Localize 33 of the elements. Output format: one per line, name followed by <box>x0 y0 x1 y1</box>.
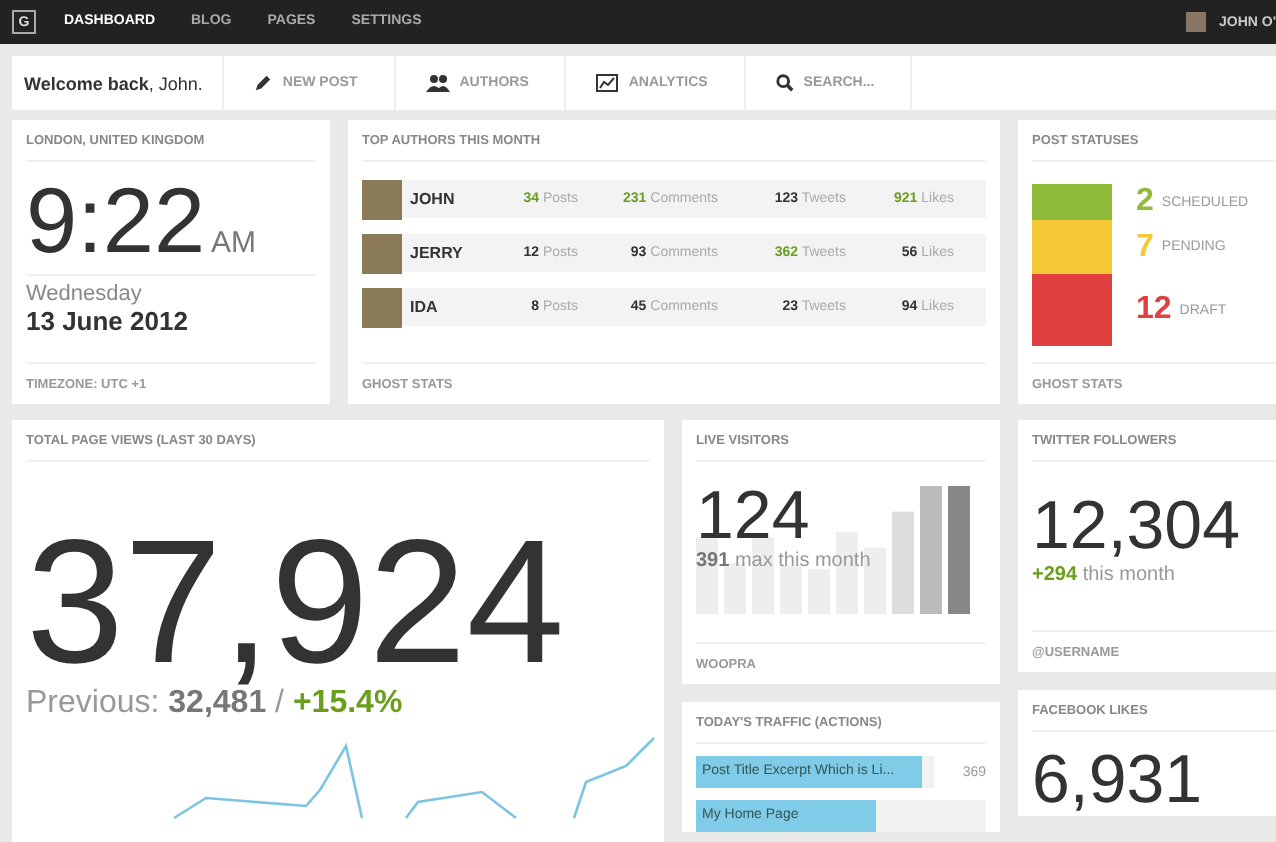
clock-time: 9:22 <box>26 174 206 266</box>
live-count: 124 <box>696 482 812 550</box>
photo-placeholder <box>362 287 402 327</box>
max-value: 391 <box>696 550 730 572</box>
photo-placeholder <box>362 233 402 273</box>
change-value: +15.4% <box>292 686 403 720</box>
chart-icon <box>596 74 619 92</box>
status-count: 2 <box>1136 184 1154 220</box>
previous-value: 32,481 <box>168 686 267 720</box>
photo-placeholder <box>362 179 402 219</box>
pageviews-line <box>572 737 655 819</box>
pageviews-total: 37,924 <box>26 522 567 682</box>
followers-change: +294 <box>1032 564 1078 586</box>
status-count: 7 <box>1136 229 1154 265</box>
author-name: IDA <box>410 298 440 316</box>
people-icon <box>425 74 450 92</box>
author-name: JERRY <box>410 244 465 262</box>
status-count: 12 <box>1136 292 1172 328</box>
clock-ampm: AM <box>211 226 257 260</box>
separator-text: / <box>275 686 284 720</box>
weekday-text: Wednesday <box>26 280 144 306</box>
max-label: max this month <box>734 550 871 572</box>
likes-count: 6,931 <box>1032 744 1205 816</box>
followers-count: 12,304 <box>1032 492 1242 560</box>
date-text: 13 June 2012 <box>26 306 190 336</box>
previous-label: Previous: <box>26 686 160 720</box>
search-icon <box>775 74 794 92</box>
traffic-bar[interactable] <box>696 800 876 832</box>
author-name: JOHN <box>410 190 457 208</box>
avatar-photo[interactable] <box>1186 12 1207 32</box>
pencil-icon <box>254 74 273 92</box>
pageviews-line <box>404 790 517 820</box>
change-label: this month <box>1082 564 1175 586</box>
